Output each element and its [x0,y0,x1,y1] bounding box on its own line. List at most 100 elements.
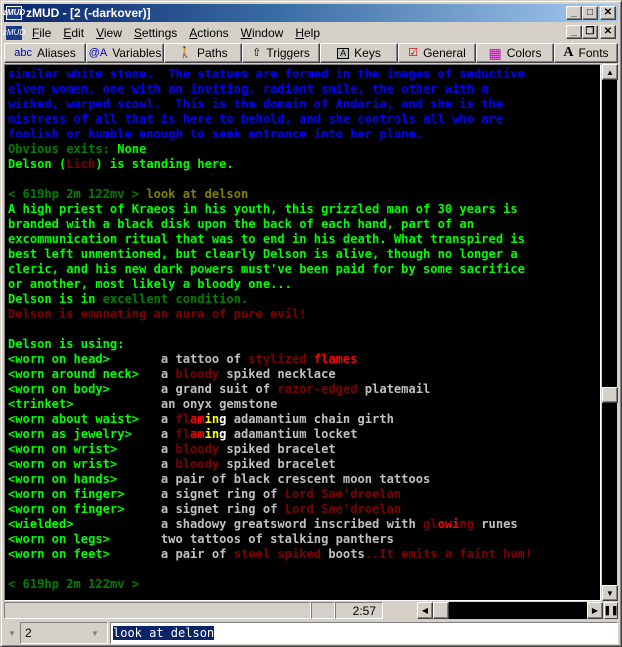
checkbox-icon: ☑ [408,46,419,59]
paths-label: Paths [197,46,228,60]
paths-button[interactable]: 🚶 Paths [164,43,242,63]
session-select[interactable]: 2 ▼ [20,622,108,644]
fonts-label: Fonts [578,46,609,60]
terminal-text-segment: excellent condition. [102,292,249,306]
arrow-down-icon: ▼ [606,588,614,598]
pause-button[interactable]: ❚❚ [603,602,619,619]
variables-label: Variables [112,46,162,60]
terminal-text-segment: a pair of black crescent moon tattoos [160,472,431,486]
terminal-line: Delson (Lich) is standing here. [8,157,600,172]
terminal-line: best left unmentioned, but clearly Delso… [8,247,600,262]
terminal-text-segment: razor-edged [277,382,358,396]
terminal-text-segment: platemail [357,382,431,396]
history-dropdown-arrow[interactable]: ▼ [4,623,20,643]
terminal-text-segment: <worn on legs> [8,532,161,546]
vertical-scrollbar[interactable]: ▲ ▼ [601,64,618,601]
colors-label: Colors [506,46,542,60]
zmud-app-icon[interactable]: zMUD [3,6,25,20]
color-grid-icon: ▦ [488,45,502,61]
terminal-line: < 619hp 2m 122mv > look at delson [8,187,600,202]
terminal-text-segment: < 619hp 2m 122mv > [8,577,140,591]
status-clock: 2:57 [335,602,383,619]
walking-man-icon: 🚶 [178,46,192,59]
terminal-line: Delson is using: [8,337,600,352]
terminal-text-segment: an onyx gemstone [160,397,278,411]
chevron-down-icon: ▼ [91,628,99,638]
maximize-button[interactable]: □ [582,6,598,20]
command-input-bar: ▼ 2 ▼ look at delson [4,621,618,645]
terminal-text-segment: stylized [248,352,314,366]
terminal-line: <worn on wrist> a bloody spiked bracelet [8,457,600,472]
mud-output-terminal[interactable]: similar white stone. The statues are for… [4,64,601,601]
fonts-button[interactable]: A Fonts [554,43,618,63]
terminal-text-segment: < 619hp 2m 122mv > [8,187,147,201]
scroll-up-button[interactable]: ▲ [602,64,618,80]
aliases-button[interactable]: abc Aliases [4,43,86,63]
terminal-line: <wielded> a shadowy greatsword inscribed… [8,517,600,532]
menu-actions[interactable]: Actions [183,26,234,40]
horizontal-scroll-thumb[interactable] [433,602,449,619]
history-scrollbar[interactable]: ◀ ▶ [417,602,603,619]
terminal-line: Obvious exits: None [8,142,600,157]
settings-toolbar: abc Aliases @A Variables 🚶 Paths ⇧ Triggers A Key… [4,43,618,63]
variables-button[interactable]: @A Variables [86,43,164,63]
terminal-text-segment: in [204,412,220,426]
close-button[interactable]: ✕ [600,6,616,20]
menu-view[interactable]: View [90,26,128,40]
chevron-down-icon: ▼ [8,628,16,638]
colors-button[interactable]: ▦ Colors [476,43,554,63]
terminal-text-segment: <worn on finger> [8,487,161,501]
status-panel-small [311,602,335,619]
terminal-text-segment: a grand suit of [160,382,278,396]
child-close-button[interactable]: ✕ [600,25,616,39]
terminal-text-segment: am [190,427,205,441]
vertical-scroll-thumb[interactable] [602,387,618,403]
terminal-text-segment: branded with a black disk upon the back … [8,217,474,231]
abc-icon: abc [14,46,33,59]
keys-button[interactable]: A Keys [320,43,398,63]
terminal-line: Delson is emanating an aura of pure evil… [8,307,600,322]
child-restore-button[interactable]: ❐ [582,25,598,39]
menu-settings[interactable]: Settings [128,26,183,40]
general-button[interactable]: ☑ General [398,43,476,63]
terminal-text-segment: Lich [66,157,96,171]
status-bar: 2:57 ◀ ▶ ❚❚ [4,602,619,619]
scroll-left-button[interactable]: ◀ [417,602,433,619]
terminal-text-segment: a tattoo of [160,352,249,366]
terminal-text-segment: two tattoos of stalking panthers [160,532,394,546]
status-panel-main [4,602,311,619]
terminal-text-segment: Delson is using: [8,337,125,351]
minimize-button[interactable]: _ [566,6,582,20]
terminal-text-segment: adamantium locket [226,427,358,441]
menu-window[interactable]: Window [235,26,290,40]
terminal-line: <worn on head> a tattoo of stylized flam… [8,352,600,367]
terminal-line: <worn on legs> two tattoos of stalking p… [8,532,600,547]
terminal-text-segment: a shadowy greatsword inscribed with [160,517,424,531]
terminal-text-segment: Lord Sae'droelan [284,487,402,501]
menu-file[interactable]: File [26,26,57,40]
terminal-text-segment: <worn as jewelry> [8,427,161,441]
command-input-text: look at delson [113,626,215,640]
triggers-button[interactable]: ⇧ Triggers [242,43,320,63]
command-input[interactable]: look at delson [110,622,618,644]
terminal-text-segment: Delson ( [8,157,67,171]
child-minimize-button[interactable]: _ [566,25,582,39]
session-dropdown-arrow[interactable]: ▼ [87,623,103,643]
terminal-text-segment: foolish or humble enough to seek entranc… [8,127,424,141]
terminal-line: branded with a black disk upon the back … [8,217,600,232]
terminal-text-segment: bloody [175,442,220,456]
terminal-text-segment: a [160,367,176,381]
terminal-line: <worn on finger> a signet ring of Lord S… [8,487,600,502]
triggers-label: Triggers [266,46,310,60]
arrow-up-icon: ▲ [606,67,614,77]
menu-edit[interactable]: Edit [57,26,90,40]
terminal-line: <worn as jewelry> a flaming adamantium l… [8,427,600,442]
scroll-down-button[interactable]: ▼ [602,585,618,601]
aliases-label: Aliases [37,46,76,60]
child-window-icon[interactable]: zMUD [3,25,25,40]
title-bar[interactable]: zMUD zMUD - [2 (-darkover)] _ □ ✕ [3,4,618,22]
terminal-text-segment: mistress of all that is here to behold, … [8,112,504,126]
menu-help[interactable]: Help [289,26,326,40]
scroll-right-button[interactable]: ▶ [587,602,603,619]
